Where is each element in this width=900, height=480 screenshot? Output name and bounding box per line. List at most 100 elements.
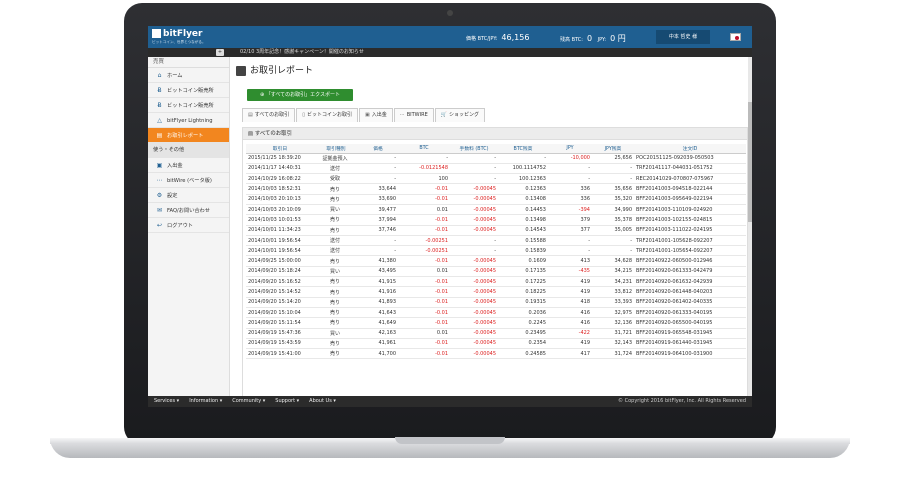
table-row[interactable]: 2014/10/03 10:01:53 売り 37,994 -0.01 -0.00045… xyxy=(246,214,746,226)
table-cell: 2014/10/03 20:10:13 xyxy=(246,194,314,205)
table-row[interactable]: 2014/10/03 18:52:31 売り 33,644 -0.01 -0.00045… xyxy=(246,183,746,195)
tab-bitcoin[interactable]: ▯ ビットコインお取引 xyxy=(296,108,358,122)
table-cell: -0.01 xyxy=(398,297,450,308)
table-cell: 2014/10/29 16:08:22 xyxy=(246,173,314,185)
balance-display: 残高 BTC: 0 JPY: 0 円 xyxy=(560,33,626,44)
table-cell: 0.18225 xyxy=(498,286,548,298)
table-row[interactable]: 2014/09/20 15:16:52 売り 41,915 -0.01 -0.00045… xyxy=(246,276,746,288)
table-cell: 33,644 xyxy=(358,183,398,195)
table-cell: -0.00045 xyxy=(450,338,498,350)
table-cell: BFF20140919-064100-031900 xyxy=(634,348,746,360)
table-row[interactable]: 2014/10/29 16:08:22 受取 -100-100.12363- - REC… xyxy=(246,173,746,185)
table-cell: 0.12363 xyxy=(498,183,548,195)
table-row[interactable]: 2014/09/20 15:14:20 売り 41,893 -0.01 -0.00045… xyxy=(246,297,746,308)
table-cell: 送付 xyxy=(314,235,358,247)
table-cell: 2014/10/01 11:34:23 xyxy=(246,225,314,236)
price-display: 価格 BTC/JPY: 46,156 xyxy=(466,33,529,42)
table-row[interactable]: 2015/11/25 18:39:20 証拠金預入 - - - - -10,000 25,65… xyxy=(246,153,746,164)
column-header[interactable]: 取引種別 xyxy=(314,144,358,154)
table-row[interactable]: 2014/09/20 15:14:52 売り 41,916 -0.01 -0.00045… xyxy=(246,286,746,298)
table-row[interactable]: 2014/10/01 19:56:54 送付 - -0.00251-0.15839- -… xyxy=(246,245,746,257)
table-cell: - xyxy=(450,153,498,164)
page-title: お取引レポート xyxy=(236,63,313,76)
table-row[interactable]: 2014/09/20 15:11:54 売り 41,649 -0.01 -0.00045… xyxy=(246,317,746,329)
footer-nav-item[interactable]: Community ▾ xyxy=(232,398,265,404)
table-row[interactable]: 2014/10/01 11:34:23 売り 37,746 -0.01 -0.00045… xyxy=(246,225,746,236)
sidebar-item-gear[interactable]: ⚙ 設定 xyxy=(148,188,229,203)
sidebar-item-faq[interactable]: ✉ FAQ/お問い合わせ xyxy=(148,203,229,218)
footer-nav-item[interactable]: About Us ▾ xyxy=(309,398,336,404)
user-menu-button[interactable]: 中本 哲史 様 xyxy=(656,30,710,44)
sidebar-item-report[interactable]: ▤ お取引レポート xyxy=(148,128,229,143)
sidebar-item-logout[interactable]: ↩ ログアウト xyxy=(148,218,229,233)
table-cell: 42,163 xyxy=(358,328,398,339)
table-cell: 0.17225 xyxy=(498,276,548,288)
table-row[interactable]: 2014/09/20 15:10:04 売り 41,643 -0.01 -0.00045… xyxy=(246,307,746,319)
table-cell: 売り xyxy=(314,276,358,288)
column-header[interactable]: BTC残高 xyxy=(498,144,548,154)
panel-title: ▤ すべてのお取引 xyxy=(243,128,747,140)
table-cell: 送付 xyxy=(314,245,358,257)
column-header[interactable]: 手数料 (BTC) xyxy=(450,144,498,154)
ticker-text: 02/10 3周年記念！感謝キャンペーン！開催のお知らせ xyxy=(240,49,364,55)
table-cell: - xyxy=(358,235,398,247)
column-header[interactable]: JPY残高 xyxy=(592,144,634,154)
table-cell: 416 xyxy=(548,307,592,319)
tab-cart[interactable]: 🛒 ショッピング xyxy=(434,108,485,122)
table-row[interactable]: 2014/09/20 15:18:24 買い 43,495 0.01 -0.00045 0… xyxy=(246,266,746,278)
sidebar-item-home[interactable]: ⌂ ホーム xyxy=(148,68,229,83)
sidebar-item-bitwire[interactable]: ⋯ bitWire (ベータ版) xyxy=(148,173,229,188)
sidebar-item-lightning[interactable]: △ bitFlyer Lightning xyxy=(148,113,229,128)
table-cell: 売り xyxy=(314,307,358,319)
table-cell: 419 xyxy=(548,286,592,298)
japan-flag-icon[interactable] xyxy=(730,33,741,41)
table-row[interactable]: 2014/11/17 14:40:31 送付 - -0.0121548-100.111… xyxy=(246,163,746,175)
table-cell: 2014/09/20 15:16:52 xyxy=(246,276,314,288)
scrollbar-thumb[interactable] xyxy=(748,102,752,222)
sidebar: 売買 ⌂ ホーム Ƀ ビットコイン販売所 Ƀ ビットコイン販売所 △ bitFlyer Lig… xyxy=(148,57,230,396)
tab-bitwire[interactable]: ⋯ BITWIRE xyxy=(393,108,434,122)
tab-label: ショッピング xyxy=(448,112,479,118)
table-row[interactable]: 2014/09/19 15:47:36 買い 42,163 0.01 -0.00045 0… xyxy=(246,328,746,339)
ticker-toggle-button[interactable]: + xyxy=(216,49,224,56)
table-cell: -0.00045 xyxy=(450,204,498,216)
column-header[interactable]: 取引日 xyxy=(246,144,314,154)
balance-btc: 0 xyxy=(586,34,593,43)
panel-title-text: すべてのお取引 xyxy=(254,131,292,137)
table-cell: -0.01 xyxy=(398,307,450,319)
tab-list[interactable]: ▤ すべてのお取引 xyxy=(242,108,296,122)
table-cell: BFF20141003-110109-024920 xyxy=(634,204,746,216)
table-row[interactable]: 2014/10/01 19:56:54 送付 - -0.00251-0.15588- -… xyxy=(246,235,746,247)
column-header[interactable]: 注文ID xyxy=(634,144,746,154)
transactions-table: 取引日 取引種別 価格 BTC 手数料 (BTC) BTC残高 JPY JPY残高 注文ID 2… xyxy=(246,144,746,360)
news-ticker[interactable]: + 02/10 3周年記念！感謝キャンペーン！開催のお知らせ xyxy=(148,48,752,57)
sidebar-item-bitcoin-buy[interactable]: Ƀ ビットコイン販売所 xyxy=(148,83,229,98)
tab-deposit[interactable]: ▣ 入出金 xyxy=(358,108,393,122)
table-row[interactable]: 2014/10/03 20:10:09 買い 39,477 0.01 -0.00045 0… xyxy=(246,204,746,216)
table-row[interactable]: 2014/09/25 15:00:00 売り 41,380 -0.01 -0.00045… xyxy=(246,255,746,267)
sidebar-item-deposit[interactable]: ▣ 入出金 xyxy=(148,158,229,173)
table-cell: 2014/09/19 15:43:59 xyxy=(246,338,314,350)
footer-nav-item[interactable]: Information ▾ xyxy=(189,398,222,404)
footer-nav-item[interactable]: Support ▾ xyxy=(275,398,299,404)
column-header[interactable]: JPY xyxy=(548,144,592,154)
table-cell: -0.00045 xyxy=(450,307,498,319)
table-row[interactable]: 2014/10/03 20:10:13 売り 33,690 -0.01 -0.00045… xyxy=(246,194,746,205)
table-row[interactable]: 2014/09/19 15:41:00 売り 41,700 -0.01 -0.00045… xyxy=(246,348,746,360)
column-header[interactable]: 価格 xyxy=(358,144,398,154)
table-cell: -0.0121548 xyxy=(398,163,450,175)
table-cell: 買い xyxy=(314,204,358,216)
main-content: お取引レポート ⊕ 「すべてのお取引」エクスポート ▤ すべてのお取引 ▯ ビットコイ… xyxy=(234,57,752,399)
table-row[interactable]: 2014/09/19 15:43:59 売り 41,961 -0.01 -0.00045… xyxy=(246,338,746,350)
footer-nav-item[interactable]: Services ▾ xyxy=(154,398,179,404)
table-cell: 39,477 xyxy=(358,204,398,216)
table-cell: -0.01 xyxy=(398,214,450,226)
table-cell: 33,690 xyxy=(358,194,398,205)
sidebar-item-bitcoin-shop[interactable]: Ƀ ビットコイン販売所 xyxy=(148,98,229,113)
table-cell: 2014/11/17 14:40:31 xyxy=(246,163,314,175)
logo[interactable]: bitFlyer ビットコイン、世界とつながる。 xyxy=(152,29,224,45)
export-button[interactable]: ⊕ 「すべてのお取引」エクスポート xyxy=(247,89,353,101)
table-cell: -422 xyxy=(548,328,592,339)
column-header[interactable]: BTC xyxy=(398,144,450,154)
table-cell: 32,143 xyxy=(592,338,634,350)
